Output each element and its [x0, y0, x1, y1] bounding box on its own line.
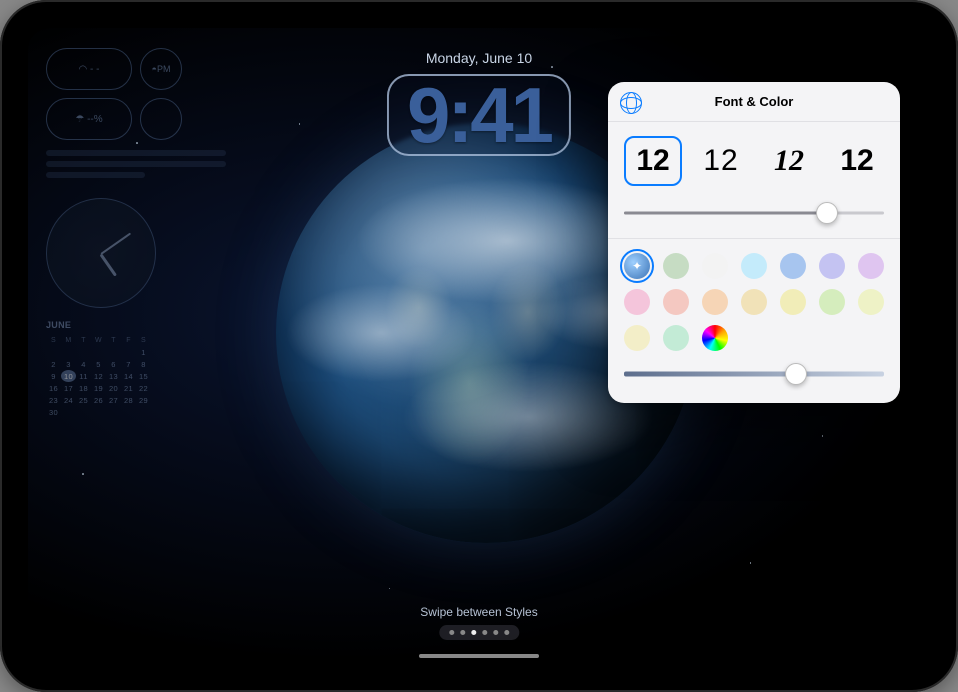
- mini-widgets-grid[interactable]: ◠ - - ◓PM ☂ --%: [46, 48, 226, 140]
- widget-sunset[interactable]: ◓PM: [140, 48, 182, 90]
- page-dot[interactable]: [471, 630, 476, 635]
- umbrella-icon: ☂: [75, 114, 84, 125]
- color-swatch-butter[interactable]: [858, 289, 884, 315]
- widget-gauge[interactable]: ◠ - -: [46, 48, 132, 90]
- slider-thumb[interactable]: [785, 363, 807, 385]
- lock-screen-time-value: 9:41: [407, 76, 551, 154]
- font-option-rounded[interactable]: 12: [624, 136, 682, 186]
- color-swatch-lavender[interactable]: [858, 253, 884, 279]
- calendar-widget[interactable]: JUNE SMTWTFS1234567891011121314151617181…: [46, 320, 226, 418]
- widget-text-placeholder: [46, 150, 226, 178]
- page-dot[interactable]: [482, 630, 487, 635]
- color-swatch-seafoam[interactable]: [663, 325, 689, 351]
- swipe-hint: Swipe between Styles: [420, 605, 537, 640]
- lock-screen-widgets-panel: ◠ - - ◓PM ☂ --% JUNE SMTWTFS123456789101…: [46, 48, 226, 418]
- color-tint-slider[interactable]: [624, 361, 884, 387]
- color-swatch-sky[interactable]: [741, 253, 767, 279]
- style-page-dots[interactable]: [439, 625, 519, 640]
- calendar-grid: SMTWTFS123456789101112131415161718192021…: [46, 334, 151, 418]
- font-option-heavy[interactable]: 12: [828, 136, 886, 186]
- analog-clock-widget[interactable]: [46, 198, 156, 308]
- popover-header: Font & Color: [608, 82, 900, 122]
- color-swatch-sand[interactable]: [741, 289, 767, 315]
- slider-thumb[interactable]: [816, 202, 838, 224]
- color-swatch-vibrant[interactable]: [624, 253, 650, 279]
- lock-screen-date[interactable]: Monday, June 10: [426, 50, 532, 66]
- color-swatch-rainbow[interactable]: [702, 325, 728, 351]
- page-dot[interactable]: [460, 630, 465, 635]
- color-swatch-blue[interactable]: [780, 253, 806, 279]
- color-swatch-peach[interactable]: [702, 289, 728, 315]
- popover-title: Font & Color: [715, 94, 794, 109]
- color-swatch-blush[interactable]: [663, 289, 689, 315]
- color-swatch-white[interactable]: [702, 253, 728, 279]
- page-dot[interactable]: [449, 630, 454, 635]
- swipe-hint-label: Swipe between Styles: [420, 605, 537, 619]
- ipad-frame: ◠ - - ◓PM ☂ --% JUNE SMTWTFS123456789101…: [0, 0, 958, 692]
- color-palette: [608, 239, 900, 357]
- font-option-light[interactable]: 12: [692, 136, 750, 186]
- calendar-month-label: JUNE: [46, 320, 226, 330]
- font-option-serif-italic[interactable]: 12: [760, 136, 818, 186]
- page-dot[interactable]: [504, 630, 509, 635]
- color-swatch-cream[interactable]: [624, 325, 650, 351]
- lock-screen-time-selected[interactable]: 9:41: [387, 74, 571, 156]
- globe-icon[interactable]: [620, 92, 642, 114]
- page-dot[interactable]: [493, 630, 498, 635]
- gauge-icon: ◠: [79, 64, 88, 75]
- font-weight-slider[interactable]: [624, 200, 884, 226]
- color-swatch-lemon[interactable]: [780, 289, 806, 315]
- font-color-popover: Font & Color 12121212: [608, 82, 900, 403]
- color-swatch-mint[interactable]: [819, 289, 845, 315]
- home-indicator[interactable]: [419, 654, 539, 658]
- color-swatch-sage[interactable]: [663, 253, 689, 279]
- font-style-row: 12121212: [608, 122, 900, 194]
- lock-screen: ◠ - - ◓PM ☂ --% JUNE SMTWTFS123456789101…: [28, 28, 930, 664]
- color-swatch-pink[interactable]: [624, 289, 650, 315]
- color-swatch-periwinkle[interactable]: [819, 253, 845, 279]
- widget-precip[interactable]: ☂ --%: [46, 98, 132, 140]
- widget-empty[interactable]: [140, 98, 182, 140]
